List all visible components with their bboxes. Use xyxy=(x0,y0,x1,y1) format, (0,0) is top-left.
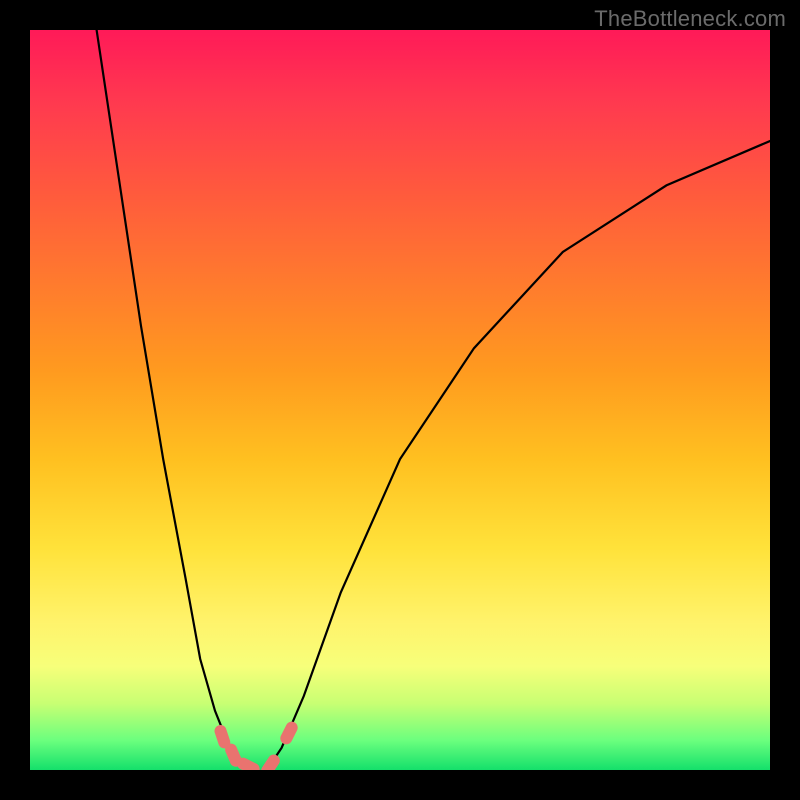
chart-svg xyxy=(30,30,770,770)
watermark-text: TheBottleneck.com xyxy=(594,6,786,32)
curve-right-branch xyxy=(267,141,770,770)
curve-marker xyxy=(278,720,299,747)
figure-stage: TheBottleneck.com xyxy=(0,0,800,800)
markers-group xyxy=(213,720,300,770)
curve-left-branch xyxy=(97,30,252,770)
plot-area xyxy=(30,30,770,770)
curve-marker xyxy=(259,752,282,770)
